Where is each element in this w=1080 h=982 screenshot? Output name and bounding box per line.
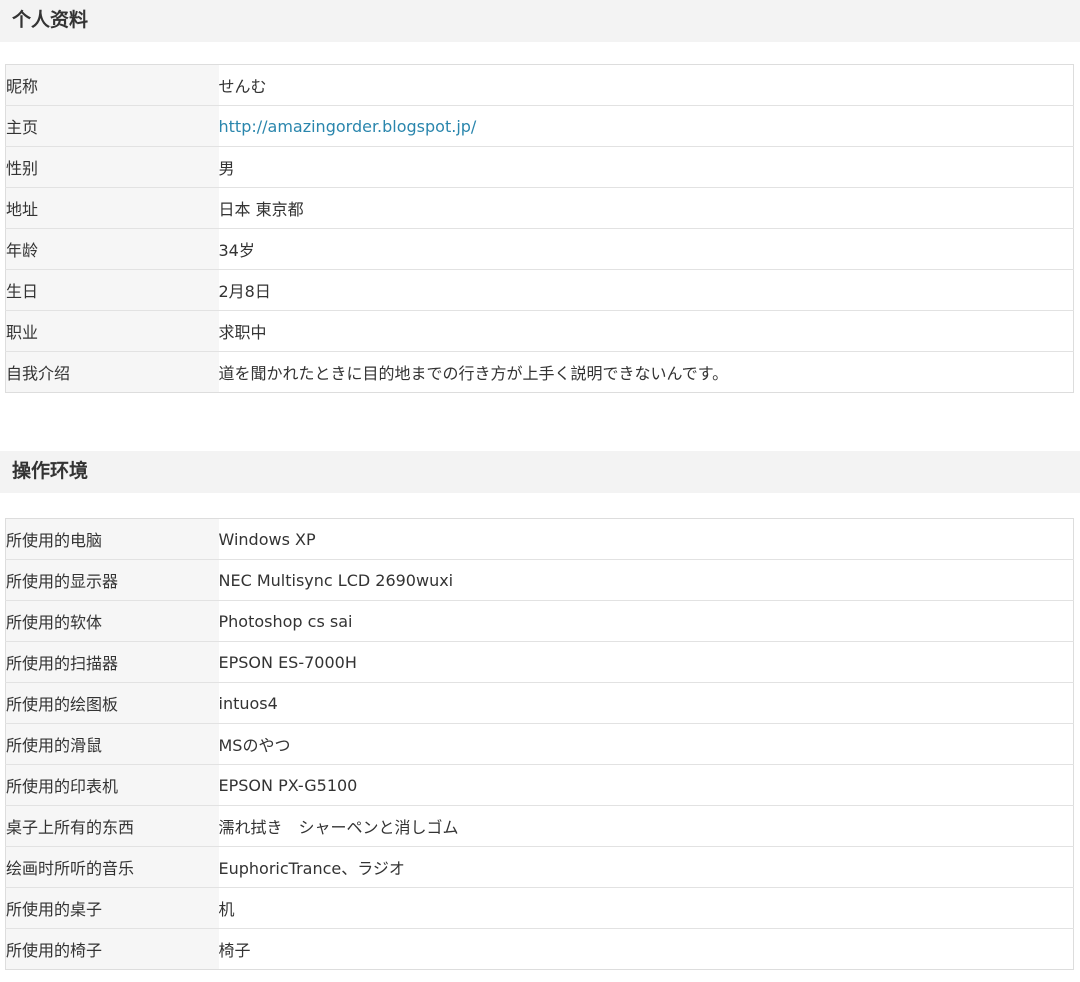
row-value-desk-items: 濡れ拭き シャーペンと消しゴム: [218, 805, 1074, 847]
row-label-monitor: 所使用的显示器: [5, 559, 219, 601]
row-label-nickname: 昵称: [5, 64, 219, 106]
row-value-software: Photoshop cs sai: [218, 600, 1074, 642]
environment-table: 所使用的电脑 Windows XP 所使用的显示器 NEC Multisync …: [5, 518, 1074, 970]
row-value-scanner: EPSON ES-7000H: [218, 641, 1074, 683]
table-row: 主页 http://amazingorder.blogspot.jp/: [5, 105, 1074, 147]
table-row: 所使用的椅子 椅子: [5, 928, 1074, 970]
row-label-printer: 所使用的印表机: [5, 764, 219, 806]
row-label-gender: 性别: [5, 146, 219, 188]
row-value-monitor: NEC Multisync LCD 2690wuxi: [218, 559, 1074, 601]
row-value-address: 日本 東京都: [218, 187, 1074, 229]
table-row: 所使用的软体 Photoshop cs sai: [5, 600, 1074, 642]
row-label-computer: 所使用的电脑: [5, 518, 219, 560]
row-value-printer: EPSON PX-G5100: [218, 764, 1074, 806]
table-row: 所使用的绘图板 intuos4: [5, 682, 1074, 724]
row-value-homepage-cell: http://amazingorder.blogspot.jp/: [218, 105, 1074, 147]
row-label-address: 地址: [5, 187, 219, 229]
table-row: 职业 求职中: [5, 310, 1074, 352]
row-label-homepage: 主页: [5, 105, 219, 147]
table-row: 所使用的显示器 NEC Multisync LCD 2690wuxi: [5, 559, 1074, 601]
row-label-occupation: 职业: [5, 310, 219, 352]
row-label-tablet: 所使用的绘图板: [5, 682, 219, 724]
table-row: 生日 2月8日: [5, 269, 1074, 311]
row-label-scanner: 所使用的扫描器: [5, 641, 219, 683]
row-value-introduction: 道を聞かれたときに目的地までの行き方が上手く説明できないんです。: [218, 351, 1074, 393]
row-label-music: 绘画时所听的音乐: [5, 846, 219, 888]
row-value-nickname: せんむ: [218, 64, 1074, 106]
row-value-birthday: 2月8日: [218, 269, 1074, 311]
table-row: 所使用的滑鼠 MSのやつ: [5, 723, 1074, 765]
row-value-occupation: 求职中: [218, 310, 1074, 352]
table-row: 自我介绍 道を聞かれたときに目的地までの行き方が上手く説明できないんです。: [5, 351, 1074, 393]
homepage-link[interactable]: http://amazingorder.blogspot.jp/: [219, 117, 477, 136]
table-row: 绘画时所听的音乐 EuphoricTrance、ラジオ: [5, 846, 1074, 888]
table-row: 所使用的电脑 Windows XP: [5, 518, 1074, 560]
row-label-birthday: 生日: [5, 269, 219, 311]
table-row: 年龄 34岁: [5, 228, 1074, 270]
section-title-environment: 操作环境: [0, 451, 1080, 493]
row-value-gender: 男: [218, 146, 1074, 188]
row-label-software: 所使用的软体: [5, 600, 219, 642]
row-label-mouse: 所使用的滑鼠: [5, 723, 219, 765]
row-value-desk: 机: [218, 887, 1074, 929]
table-row: 昵称 せんむ: [5, 64, 1074, 106]
row-label-introduction: 自我介绍: [5, 351, 219, 393]
row-label-desk: 所使用的桌子: [5, 887, 219, 929]
table-row: 所使用的印表机 EPSON PX-G5100: [5, 764, 1074, 806]
table-row: 桌子上所有的东西 濡れ拭き シャーペンと消しゴム: [5, 805, 1074, 847]
row-value-music: EuphoricTrance、ラジオ: [218, 846, 1074, 888]
section-title-profile: 个人资料: [0, 0, 1080, 42]
row-value-computer: Windows XP: [218, 518, 1074, 560]
profile-table: 昵称 せんむ 主页 http://amazingorder.blogspot.j…: [5, 64, 1074, 393]
row-value-age: 34岁: [218, 228, 1074, 270]
table-row: 所使用的扫描器 EPSON ES-7000H: [5, 641, 1074, 683]
row-label-chair: 所使用的椅子: [5, 928, 219, 970]
table-row: 性别 男: [5, 146, 1074, 188]
row-value-mouse: MSのやつ: [218, 723, 1074, 765]
row-label-desk-items: 桌子上所有的东西: [5, 805, 219, 847]
table-row: 地址 日本 東京都: [5, 187, 1074, 229]
table-row: 所使用的桌子 机: [5, 887, 1074, 929]
row-label-age: 年龄: [5, 228, 219, 270]
row-value-chair: 椅子: [218, 928, 1074, 970]
row-value-tablet: intuos4: [218, 682, 1074, 724]
